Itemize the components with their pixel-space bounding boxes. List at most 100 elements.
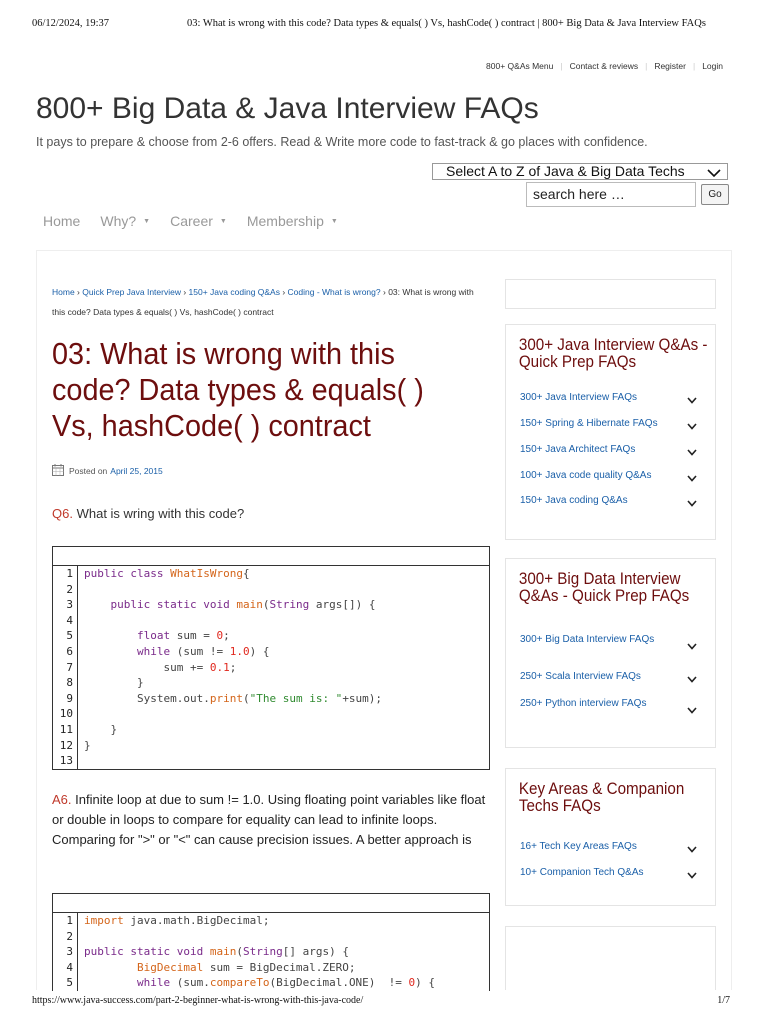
main-nav: Home Why? ▼ Career ▼ Membership ▼ xyxy=(43,213,358,229)
code-block-1: 1 public class WhatIsWrong{2 3 public stat… xyxy=(52,546,490,770)
code-line: 6 while (sum != 1.0) { xyxy=(53,643,489,660)
tech-select-value: Select A to Z of Java & Big Data Techs xyxy=(446,163,685,179)
code-block-2: 1 import java.math.BigDecimal; 2 3 public st… xyxy=(52,893,490,991)
breadcrumb-what-is-wrong[interactable]: Coding - What is wrong? xyxy=(288,287,381,297)
sidebar-link[interactable]: 10+ Companion Tech Q&As xyxy=(520,867,705,879)
code-line: 1 import java.math.BigDecimal; xyxy=(53,913,489,929)
line-number: 1 xyxy=(53,913,78,929)
top-nav-contact[interactable]: Contact & reviews xyxy=(563,61,646,71)
code-text: public static void main(String args[]) { xyxy=(110,598,376,612)
print-url: https://www.java-success.com/part-2-begi… xyxy=(32,995,364,1006)
caret-down-icon: ▼ xyxy=(143,217,151,225)
breadcrumb-home[interactable]: Home xyxy=(52,287,75,297)
nav-home[interactable]: Home xyxy=(43,213,80,229)
sidebar-link[interactable]: 300+ Java Interview FAQs xyxy=(520,392,705,404)
line-number: 5 xyxy=(53,975,78,991)
breadcrumb-quick-prep[interactable]: Quick Prep Java Interview xyxy=(82,287,181,297)
site-title[interactable]: 800+ Big Data & Java Interview FAQs xyxy=(36,92,539,126)
line-number: 4 xyxy=(53,959,78,976)
sidebar-link[interactable]: 16+ Tech Key Areas FAQs xyxy=(520,841,705,853)
code-line: 2 xyxy=(53,928,489,945)
code-line: 4 BigDecimal sum = BigDecimal.ZERO; xyxy=(53,959,489,976)
calendar-icon xyxy=(52,464,64,478)
nav-why[interactable]: Why? ▼ xyxy=(100,213,150,229)
chevron-down-icon xyxy=(687,448,697,459)
question: Q6. What is wring with this code? xyxy=(52,506,244,521)
sidebar-bigdata-heading: 300+ Big Data Interview Q&As - Quick Pre… xyxy=(518,570,690,605)
question-text: What is wring with this code? xyxy=(76,506,245,521)
sidebar-empty-widget xyxy=(505,279,716,309)
code-line: 2 xyxy=(53,581,489,598)
top-nav-menu[interactable]: 800+ Q&As Menu xyxy=(479,61,560,71)
line-number: 3 xyxy=(53,944,78,960)
sidebar-key-areas: Key Areas & Companion Techs FAQs 16+ Tec… xyxy=(505,768,716,906)
search-go-button[interactable]: Go xyxy=(701,184,729,205)
nav-career[interactable]: Career ▼ xyxy=(170,213,227,229)
print-page-title: 03: What is wrong with this code? Data t… xyxy=(187,18,706,29)
sidebar-link[interactable]: 150+ Spring & Hibernate FAQs xyxy=(520,418,705,430)
top-nav-register[interactable]: Register xyxy=(647,61,693,71)
search-input[interactable]: search here … xyxy=(526,182,696,207)
code-text: while (sum != 1.0) { xyxy=(136,644,270,658)
line-number: 1 xyxy=(53,566,78,582)
chevron-down-icon xyxy=(687,703,697,721)
sidebar-bigdata-faqs: 300+ Big Data Interview Q&As - Quick Pre… xyxy=(505,558,716,748)
line-number: 6 xyxy=(53,643,78,660)
sidebar-link[interactable]: 300+ Big Data Interview FAQs xyxy=(520,631,705,650)
line-number: 8 xyxy=(53,675,78,691)
sidebar-link[interactable]: 150+ Java coding Q&As xyxy=(520,495,705,507)
code-toolbar xyxy=(53,894,489,913)
print-datetime: 06/12/2024, 19:37 xyxy=(32,18,110,29)
code-line: 13 xyxy=(53,753,489,769)
answer-text: Infinite loop at due to sum != 1.0. Usin… xyxy=(52,792,486,847)
top-nav: 800+ Q&As Menu | Contact & reviews | Reg… xyxy=(479,61,730,71)
line-number: 2 xyxy=(53,928,78,945)
code-text: } xyxy=(84,676,144,690)
tech-select[interactable]: Select A to Z of Java & Big Data Techs xyxy=(432,163,728,180)
chevron-down-icon xyxy=(687,675,697,686)
article-title: 03: What is wrong with this code? Data t… xyxy=(52,336,424,443)
sidebar-link[interactable]: 100+ Java code quality Q&As xyxy=(520,470,705,482)
nav-membership-label: Membership xyxy=(246,213,324,229)
chevron-down-icon xyxy=(687,871,697,882)
code-line: 12} xyxy=(53,737,489,754)
posted-date[interactable]: April 25, 2015 xyxy=(110,466,162,476)
breadcrumb-coding-qas[interactable]: 150+ Java coding Q&As xyxy=(189,287,280,297)
search-placeholder: search here … xyxy=(533,186,625,202)
sidebar-link[interactable]: 250+ Python interview FAQs xyxy=(520,695,705,714)
code-line: 11 } xyxy=(53,721,489,738)
line-number: 9 xyxy=(53,690,78,707)
breadcrumb: Home › Quick Prep Java Interview › 150+ … xyxy=(52,287,474,317)
caret-down-icon: ▼ xyxy=(219,217,227,225)
code-text: import java.math.BigDecimal; xyxy=(84,914,270,927)
code-line: 5 while (sum.compareTo(BigDecimal.ONE) !… xyxy=(53,975,489,991)
sidebar-link[interactable]: 250+ Scala Interview FAQs xyxy=(520,671,705,683)
chevron-down-icon xyxy=(687,499,697,510)
code-text: } xyxy=(84,738,91,752)
code-text: public class WhatIsWrong{ xyxy=(84,567,250,580)
nav-home-label: Home xyxy=(43,213,81,229)
top-nav-login[interactable]: Login xyxy=(695,61,730,71)
line-number: 2 xyxy=(53,581,78,598)
nav-career-label: Career xyxy=(170,213,213,229)
answer-label: A6. xyxy=(52,792,72,807)
site-tagline: It pays to prepare & choose from 2-6 off… xyxy=(36,135,648,149)
code-line: 5 float sum = 0; xyxy=(53,628,489,644)
sidebar-java-faqs: 300+ Java Interview Q&As - Quick Prep FA… xyxy=(505,324,716,540)
code-line: 7 sum += 0.1; xyxy=(53,659,489,676)
nav-membership[interactable]: Membership ▼ xyxy=(247,213,338,229)
code-text: float sum = 0; xyxy=(136,629,230,643)
code-text: } xyxy=(84,722,118,736)
question-label: Q6. xyxy=(52,506,73,521)
posted-on: Posted on April 25, 2015 xyxy=(52,464,163,478)
chevron-down-icon xyxy=(687,396,697,407)
sidebar-java-heading: 300+ Java Interview Q&As - Quick Prep FA… xyxy=(518,336,708,371)
code-text: System.out.print("The sum is: "+sum); xyxy=(84,691,383,705)
line-number: 7 xyxy=(53,659,78,676)
sidebar-link[interactable]: 150+ Java Architect FAQs xyxy=(520,444,705,456)
code-line: 9 System.out.print("The sum is: "+sum); xyxy=(53,690,489,707)
code-line: 8 } xyxy=(53,675,489,691)
